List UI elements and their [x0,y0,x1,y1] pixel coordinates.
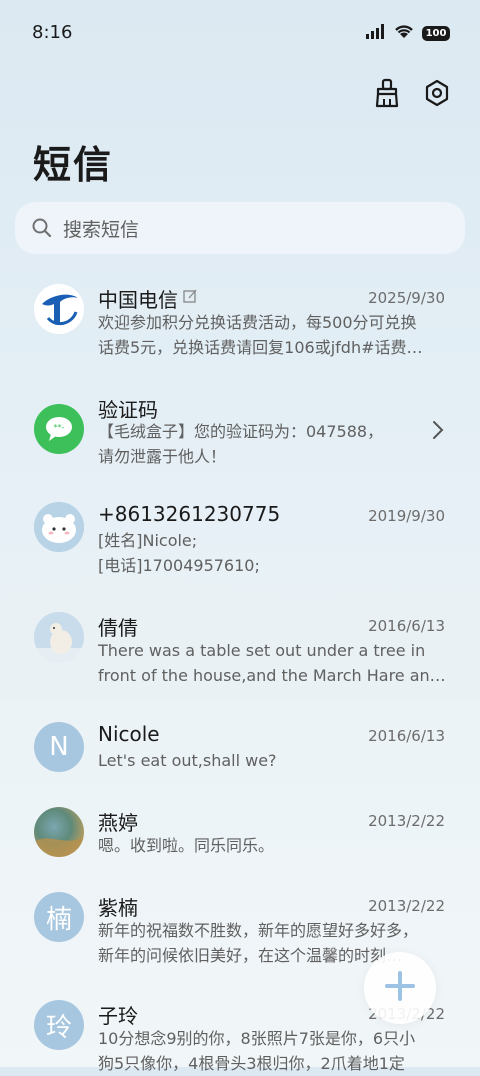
contact-name: +8613261230775 [98,502,281,526]
message-preview-line1: [姓名]Nicole; [98,531,198,550]
contact-name: 燕婷 [98,811,138,835]
battery-icon: 100 [422,26,450,41]
avatar [34,502,84,552]
plus-icon [384,970,416,1006]
avatar: 玲 [34,1000,84,1050]
sms-bubble-icon: **- [34,404,84,454]
message-date: 2019/9/30 [368,507,445,525]
svg-text:**-: **- [54,423,65,432]
search-input[interactable]: 搜索短信 [63,215,139,242]
contact-name: 中国电信 [98,288,178,312]
message-preview-line1: 【毛绒盒子】您的验证码为：047588， [98,422,384,441]
new-message-button[interactable] [364,952,436,1024]
message-preview-line2: 请勿泄露于他人！ [98,447,227,466]
message-preview-line2: 话费5元，兑换话费请回复106或jfdh#话费… [98,338,423,357]
china-telecom-logo [34,284,84,334]
contact-name: 紫楠 [98,896,138,920]
chevron-right-icon [432,420,444,444]
page-title: 短信 [33,143,114,187]
system-icons: 100 [366,24,450,43]
message-preview-line1: 嗯。收到啦。同乐同乐。 [98,836,275,855]
contact-name: 子玲 [98,1004,138,1028]
wifi-icon [394,24,414,43]
message-preview-line1: Let's eat out,shall we? [98,751,277,770]
status-time: 8:16 [32,22,73,43]
avatar: 楠 [34,892,84,942]
avatar [34,807,84,857]
message-preview-line1: There was a table set out under a tree i… [98,641,426,660]
conversation-item[interactable]: 燕婷 2013/2/22 嗯。收到啦。同乐同乐。 [0,807,480,877]
contact-name: Nicole [98,722,160,746]
message-preview-line1: 10分想念9别的你，8张照片7张是你，6只小 [98,1029,416,1048]
conversation-item[interactable]: 倩倩 2016/6/13 There was a table set out u… [0,612,480,702]
signal-icon [366,24,386,43]
search-icon [31,217,53,239]
conversation-item[interactable]: **- 验证码 【毛绒盒子】您的验证码为：047588， 请勿泄露于他人！ [0,390,480,480]
message-preview-line1: 新年的祝福数不胜数，新年的愿望好多好多， [98,921,419,940]
contact-name: 倩倩 [98,616,138,640]
settings-gear-icon[interactable] [422,78,452,108]
message-preview-line1: 欢迎参加积分兑换话费活动，每500分可兑换 [98,313,417,332]
message-date: 2013/2/22 [368,897,445,915]
message-date: 2016/6/13 [368,617,445,635]
header-actions [372,78,452,108]
conversation-item[interactable]: N Nicole 2016/6/13 Let's eat out,shall w… [0,722,480,792]
edit-note-icon [183,289,198,308]
status-bar: 8:16 100 [0,0,480,64]
message-date: 2025/9/30 [368,289,445,307]
avatar [34,612,84,662]
message-preview-line2: front of the house,and the March Hare an… [98,666,446,685]
message-date: 2013/2/22 [368,812,445,830]
message-date: 2016/6/13 [368,727,445,745]
avatar: N [34,722,84,772]
clean-brush-icon[interactable] [372,78,402,108]
message-preview-line2: [电话]17004957610; [98,556,260,575]
conversation-item[interactable]: 中国电信 2025/9/30 欢迎参加积分兑换话费活动，每500分可兑换 话费5… [0,278,480,378]
search-bar[interactable]: 搜索短信 [15,202,465,254]
message-preview-line2: 狗5只像你，4根骨头3根归你，2爪着地1定 [98,1054,405,1073]
conversation-item[interactable]: +8613261230775 2019/9/30 [姓名]Nicole; [电话… [0,502,480,592]
